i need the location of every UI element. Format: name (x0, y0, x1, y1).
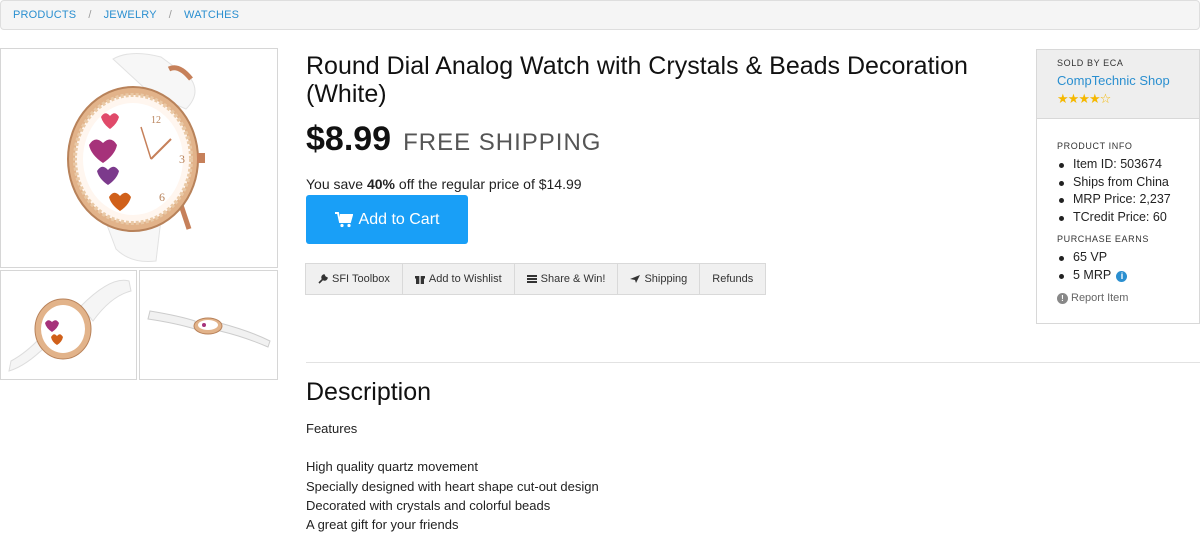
add-to-cart-button[interactable]: Add to Cart (306, 195, 468, 244)
action-toolbar: SFI Toolbox Add to Wishlist Share & Win!… (305, 263, 767, 295)
seller-info-panel: SOLD BY ECA CompTechnic Shop ★★★★☆ PRODU… (1036, 49, 1200, 324)
shipping-button[interactable]: Shipping (618, 264, 701, 294)
seller-body: PRODUCT INFO Item ID: 503674 Ships from … (1037, 119, 1199, 304)
list-icon (526, 274, 537, 284)
description-line: High quality quartz movement (306, 459, 478, 475)
seller-rating: ★★★★☆ (1057, 91, 1199, 107)
savings-text: You save 40% off the regular price of $1… (306, 176, 582, 192)
product-info-label: PRODUCT INFO (1057, 141, 1133, 151)
refunds-button[interactable]: Refunds (700, 264, 765, 294)
breadcrumb-watches[interactable]: WATCHES (184, 9, 239, 21)
plane-icon (630, 274, 641, 284)
breadcrumb: PRODUCTS / JEWELRY / WATCHES (0, 0, 1200, 30)
gift-icon (414, 274, 425, 284)
star-icon: ★ (1067, 91, 1080, 106)
shipping-label: FREE SHIPPING (403, 129, 602, 156)
wrench-icon (318, 274, 328, 284)
description-body: Features High quality quartz movement Sp… (306, 419, 599, 534)
star-icon: ★ (1088, 91, 1101, 106)
sold-by-label: SOLD BY ECA (1057, 58, 1124, 68)
sfi-toolbox-label: SFI Toolbox (332, 273, 390, 285)
product-thumbnail-2[interactable] (139, 270, 278, 380)
add-to-cart-label: Add to Cart (358, 210, 440, 228)
list-item: Item ID: 503674 (1057, 156, 1199, 174)
share-and-win-label: Share & Win! (540, 273, 606, 285)
breadcrumb-separator: / (168, 9, 173, 21)
report-item-link[interactable]: ! Report Item (1057, 292, 1199, 304)
product-price: $8.99 (306, 120, 392, 158)
purchase-earns-label: PURCHASE EARNS (1057, 234, 1149, 244)
product-thumbnail-1[interactable] (0, 270, 137, 380)
price-row: $8.99 FREE SHIPPING (306, 120, 601, 159)
refunds-label: Refunds (712, 273, 754, 285)
section-divider (306, 362, 1200, 363)
savings-prefix: You save (306, 176, 367, 192)
list-item: TCredit Price: 60 (1057, 209, 1199, 227)
add-to-wishlist-button[interactable]: Add to Wishlist (403, 264, 515, 294)
report-item-label: Report Item (1071, 292, 1129, 304)
list-item: 5 MRP i (1057, 267, 1199, 285)
product-main-image[interactable]: 6 3 12 (0, 48, 278, 268)
svg-text:12: 12 (151, 115, 161, 126)
add-to-wishlist-label: Add to Wishlist (428, 273, 502, 285)
product-title: Round Dial Analog Watch with Crystals & … (306, 52, 968, 108)
star-empty-icon: ☆ (1099, 91, 1112, 106)
description-line: A great gift for your friends (306, 517, 459, 533)
star-icon: ★ (1078, 91, 1090, 106)
description-line: Specially designed with heart shape cut-… (306, 478, 599, 494)
purchase-earns-list: 65 VP 5 MRP i (1057, 249, 1199, 284)
product-info-list: Item ID: 503674 Ships from China MRP Pri… (1057, 156, 1199, 226)
breadcrumb-products[interactable]: PRODUCTS (13, 9, 76, 21)
seller-header: SOLD BY ECA CompTechnic Shop ★★★★☆ (1037, 50, 1199, 119)
savings-suffix: off the regular price of $14.99 (395, 176, 582, 192)
info-icon[interactable]: i (1116, 270, 1128, 282)
star-icon: ★ (1057, 91, 1069, 106)
breadcrumb-separator: / (88, 9, 92, 21)
list-item: Ships from China (1057, 174, 1199, 192)
exclamation-icon: ! (1057, 292, 1068, 304)
sfi-toolbox-button[interactable]: SFI Toolbox (306, 264, 403, 294)
shipping-label-tool: Shipping (644, 273, 688, 285)
description-line: Decorated with crystals and colorful bea… (306, 497, 551, 513)
description-heading: Description (306, 378, 432, 406)
share-and-win-button[interactable]: Share & Win! (515, 264, 619, 294)
svg-text:3: 3 (179, 152, 185, 166)
list-item: 65 VP (1057, 249, 1199, 267)
cart-icon (334, 211, 353, 228)
mrp-earn-value: 5 MRP (1073, 267, 1111, 282)
savings-percent: 40% (366, 176, 396, 192)
shop-name-link[interactable]: CompTechnic Shop (1057, 73, 1199, 88)
breadcrumb-jewelry[interactable]: JEWELRY (104, 9, 157, 21)
description-line: Features (306, 421, 358, 436)
list-item: MRP Price: 2,237 (1057, 191, 1199, 209)
svg-text:6: 6 (159, 190, 165, 204)
